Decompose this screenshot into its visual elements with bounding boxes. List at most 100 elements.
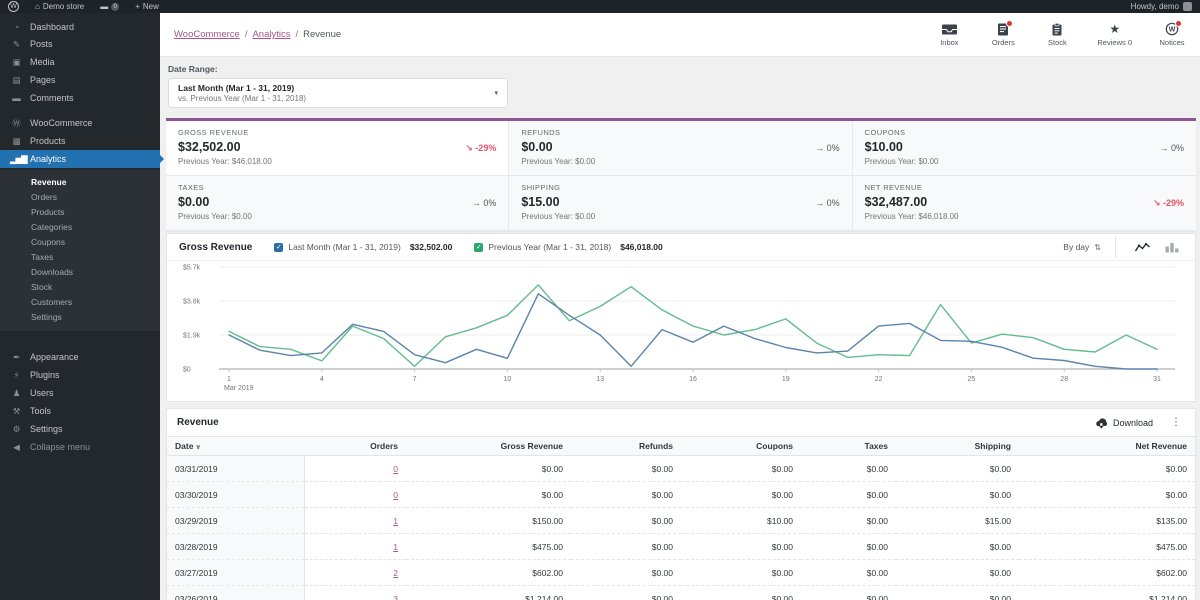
- trend-flat-icon: →: [1159, 143, 1169, 153]
- sidebar-item-coupons[interactable]: Coupons: [0, 234, 160, 249]
- summary-cards-grid: Gross Revenue $32,502.00 ↘ -29% Previous Ye…: [166, 118, 1196, 231]
- summary-card-previous: Previous Year: $46,018.00: [864, 212, 959, 221]
- collapse-icon: ◀: [13, 441, 20, 452]
- summary-card-delta: ↘ -29%: [465, 143, 497, 153]
- summary-card-previous: Previous Year: $46,018.00: [178, 157, 272, 166]
- sidebar-item-revenue[interactable]: Revenue: [0, 174, 160, 189]
- sidebar-item-collapse-menu[interactable]: ◀ Collapse menu: [0, 438, 160, 456]
- legend-previous-year[interactable]: ✓ Previous Year (Mar 1 - 31, 2018) $46,0…: [474, 242, 663, 252]
- summary-card-shipping[interactable]: Shipping $15.00 → 0% Previous Year: $0.00: [509, 176, 853, 231]
- new-content-menu[interactable]: + New: [135, 2, 159, 11]
- cell-value: $0.00: [801, 481, 896, 508]
- inbox-icon: [941, 22, 958, 36]
- orders-count-link[interactable]: 0: [393, 490, 398, 500]
- sidebar-item-orders[interactable]: Orders: [0, 189, 160, 204]
- sidebar-item-users[interactable]: ♟ Users: [0, 384, 160, 402]
- sidebar-item-settings[interactable]: Settings: [0, 309, 160, 324]
- sidebar-item-pages[interactable]: ▤ Pages: [0, 71, 160, 89]
- activity-reviews[interactable]: ★ Reviews 0: [1097, 22, 1132, 48]
- bar-chart-toggle-button[interactable]: [1161, 240, 1183, 255]
- sidebar-item-tools[interactable]: ⚒ Tools: [0, 402, 160, 420]
- sidebar-item-plugins[interactable]: ⚡ Plugins: [0, 366, 160, 384]
- woocommerce-analytics-revenue-page: W ⌂ Demo store ▬ 0 + New Howdy, demo ◔ Da…: [0, 0, 1200, 600]
- orders-count-link[interactable]: 3: [393, 594, 398, 600]
- breadcrumb-link-woocommerce[interactable]: WooCommerce: [174, 29, 240, 40]
- interval-selector[interactable]: By day ⇅: [1063, 242, 1101, 252]
- legend-last-month[interactable]: ✓ Last Month (Mar 1 - 31, 2019) $32,502.…: [274, 242, 452, 252]
- sidebar-item-taxes[interactable]: Taxes: [0, 249, 160, 264]
- cell-value: $0.00: [681, 585, 801, 600]
- summary-card-net-revenue[interactable]: Net Revenue $32,487.00 ↘ -29% Previous Year…: [852, 176, 1196, 231]
- cell-value: $0.00: [896, 585, 1019, 600]
- activity-inbox[interactable]: Inbox: [935, 22, 963, 47]
- account-menu[interactable]: Howdy, demo: [1131, 2, 1192, 11]
- sidebar-item-label: Products: [30, 136, 66, 146]
- download-button[interactable]: Download: [1094, 417, 1153, 429]
- sidebar-item-categories[interactable]: Categories: [0, 219, 160, 234]
- date-range-selector[interactable]: Last Month (Mar 1 - 31, 2019) vs. Previo…: [168, 78, 508, 108]
- orders-count-link[interactable]: 1: [393, 542, 398, 552]
- column-header-net-revenue[interactable]: Net Revenue: [1019, 436, 1195, 456]
- activity-notices[interactable]: W Notices: [1158, 20, 1186, 47]
- sidebar-item-products[interactable]: Products: [0, 204, 160, 219]
- sidebar-item-dashboard[interactable]: ◔ Dashboard: [0, 18, 160, 35]
- column-header-refunds[interactable]: Refunds: [571, 436, 681, 456]
- comments-menu[interactable]: ▬ 0: [100, 2, 120, 11]
- site-name-menu[interactable]: ⌂ Demo store: [35, 2, 84, 11]
- summary-card-gross-revenue[interactable]: Gross Revenue $32,502.00 ↘ -29% Previous Ye…: [166, 121, 510, 176]
- revenue-line-chart: $5.7k $3.8k $1.9k $0 1 Mar 2019 4 7 10 13 16 19 22 25…: [183, 265, 1175, 392]
- activity-label: Inbox: [940, 38, 959, 47]
- kebab-menu-icon[interactable]: ⋮: [1167, 417, 1185, 428]
- activity-orders[interactable]: Orders: [989, 20, 1017, 47]
- summary-card-value: $0.00: [178, 195, 210, 209]
- cell-value: $0.00: [406, 455, 571, 482]
- sidebar-item-appearance[interactable]: ✒ Appearance: [0, 348, 160, 366]
- trend-flat-icon: →: [815, 143, 825, 153]
- cell-value: $0.00: [801, 507, 896, 534]
- sidebar-item-media[interactable]: ▣ Media: [0, 53, 160, 71]
- sidebar-item-woocommerce[interactable]: Ⓦ WooCommerce: [0, 113, 160, 132]
- breadcrumb-link-analytics[interactable]: Analytics: [252, 29, 290, 40]
- sidebar-item-label: Plugins: [30, 370, 60, 380]
- column-header-gross-revenue[interactable]: Gross Revenue: [406, 436, 571, 456]
- orders-count-link[interactable]: 1: [393, 516, 398, 526]
- sidebar-item-downloads[interactable]: Downloads: [0, 264, 160, 279]
- sidebar-item-customers[interactable]: Customers: [0, 294, 160, 309]
- activity-stock[interactable]: Stock: [1043, 22, 1071, 47]
- chart-plot-area[interactable]: $5.7k $3.8k $1.9k $0 1 Mar 2019 4 7 10 13 16 19 22 25…: [167, 261, 1195, 401]
- svg-text:1: 1: [227, 376, 231, 383]
- cell-value: $0.00: [801, 455, 896, 482]
- column-header-date[interactable]: Date ∨: [167, 436, 304, 456]
- cell-date: 03/31/2019: [167, 455, 305, 482]
- settings-icon: ⚙: [12, 423, 21, 434]
- summary-card-refunds[interactable]: Refunds $0.00 → 0% Previous Year: $0.00: [509, 121, 853, 176]
- wp-logo-menu[interactable]: W: [8, 1, 19, 12]
- summary-card-value: $32,487.00: [864, 195, 928, 209]
- orders-count-link[interactable]: 2: [393, 568, 398, 578]
- sidebar-item-analytics[interactable]: ▂▅▇ Analytics: [0, 150, 160, 168]
- column-header-taxes[interactable]: Taxes: [801, 436, 896, 456]
- sidebar-section-core: ◔ Dashboard ✎ Posts ▣ Media ▤ Pages ▬ Comments: [0, 13, 160, 108]
- table-header: Revenue Download ⋮: [167, 409, 1195, 436]
- sidebar-item-stock[interactable]: Stock: [0, 279, 160, 294]
- summary-card-label: Shipping: [521, 183, 561, 192]
- sidebar-menu: ◔ Dashboard ✎ Posts ▣ Media ▤ Pages ▬ Comments Ⓦ Wo…: [0, 13, 160, 458]
- summary-card-taxes[interactable]: Taxes $0.00 → 0% Previous Year: $0.00: [166, 176, 510, 231]
- sidebar-item-comments[interactable]: ▬ Comments: [0, 89, 160, 106]
- summary-card-coupons[interactable]: Coupons $10.00 → 0% Previous Year: $0.00: [852, 121, 1196, 176]
- legend-label: Last Month (Mar 1 - 31, 2019): [288, 242, 401, 252]
- sidebar-item-products[interactable]: ▩ Products: [0, 132, 160, 150]
- dashboard-icon: ◔: [13, 21, 19, 32]
- cell-value: $0.00: [571, 585, 681, 600]
- summary-card-value: $0.00: [521, 140, 553, 154]
- sidebar-item-posts[interactable]: ✎ Posts: [0, 35, 160, 53]
- sidebar-item-label: Media: [30, 57, 55, 67]
- column-header-coupons[interactable]: Coupons: [681, 436, 801, 456]
- column-header-shipping[interactable]: Shipping: [896, 436, 1019, 456]
- orders-count-link[interactable]: 0: [393, 464, 398, 474]
- column-header-orders[interactable]: Orders: [304, 436, 406, 456]
- sidebar-item-settings[interactable]: ⚙ Settings: [0, 420, 160, 438]
- cell-value: $0.00: [571, 533, 681, 560]
- howdy-text: Howdy, demo: [1130, 2, 1179, 11]
- line-chart-toggle-button[interactable]: [1130, 240, 1155, 255]
